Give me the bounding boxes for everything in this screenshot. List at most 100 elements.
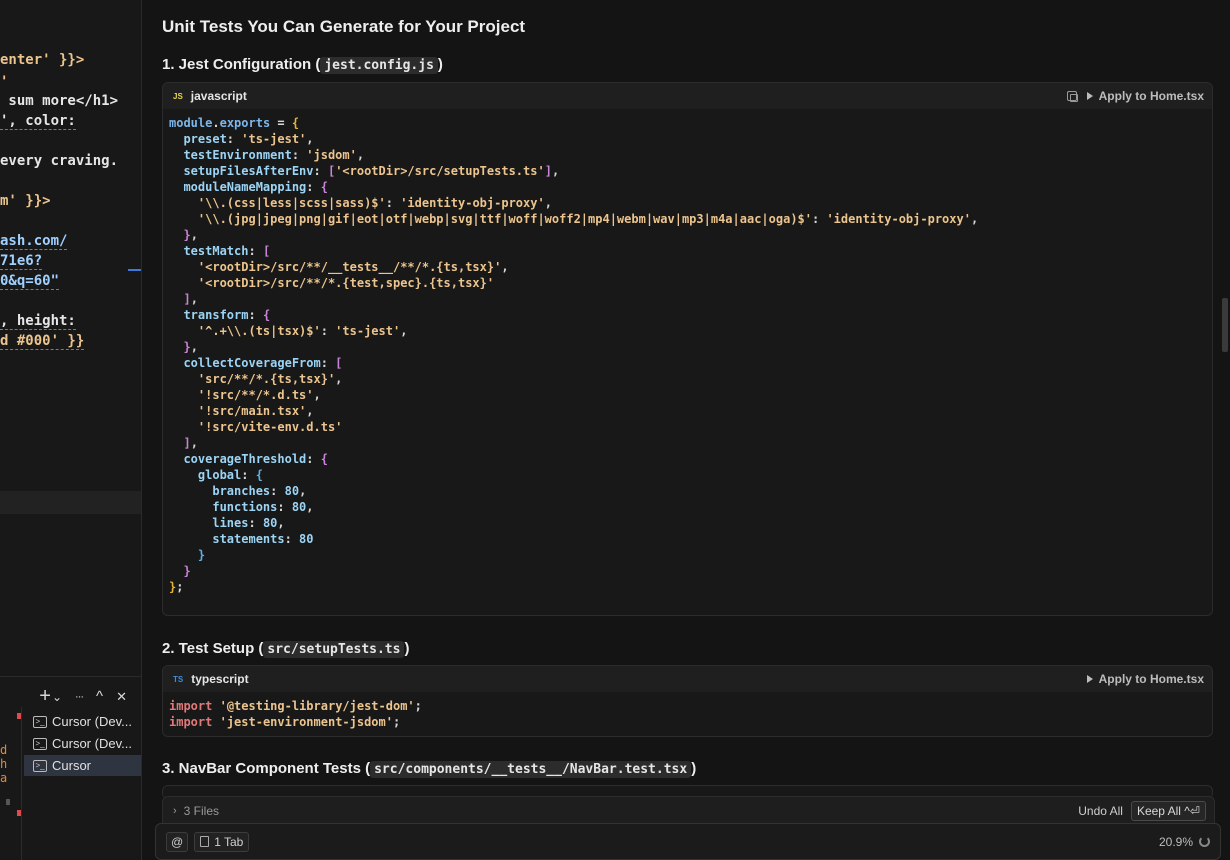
maximize-panel-icon[interactable]: ^ <box>96 688 103 705</box>
code-line: moduleNameMapping: { <box>169 179 1206 195</box>
code-token: setupFilesAfterEnv <box>169 164 314 178</box>
code-token: 'jsdom' <box>306 148 357 162</box>
code-token: . <box>212 116 220 130</box>
code-token: : <box>270 484 285 498</box>
code-token: module <box>169 116 213 130</box>
play-icon <box>1086 675 1093 683</box>
code-line: ], <box>169 291 1206 307</box>
terminal-tab[interactable]: >_ Cursor (Dev... <box>24 711 141 732</box>
code-line: coverageThreshold: { <box>169 451 1206 467</box>
terminal-tab-active[interactable]: >_ Cursor <box>24 755 141 776</box>
code-line: } <box>169 547 1206 563</box>
code-line: module.exports = { <box>169 115 1206 131</box>
code-token: } <box>169 340 191 354</box>
changed-files-toggle[interactable]: 3 Files <box>184 804 219 818</box>
editor-scroll-marker <box>128 269 141 271</box>
editor-line: , height: <box>0 313 76 330</box>
code-token: lines <box>169 516 249 530</box>
code-block-header: JS javascript Apply to Home.tsx <box>163 83 1212 109</box>
code-token: branches <box>169 484 271 498</box>
code-line: '<rootDir>/src/**/*.{test,spec}.{ts,tsx}… <box>169 275 1206 291</box>
code-language-label: javascript <box>190 89 247 103</box>
terminal-toolbar: + ⌄ ··· ^ ✕ <box>39 685 127 708</box>
code-token: statements <box>169 532 285 546</box>
terminal-tab[interactable]: >_ Cursor (Dev... <box>24 733 141 754</box>
spinner-icon <box>1199 836 1210 847</box>
code-token: } <box>169 564 191 578</box>
code-token: 80 <box>299 532 314 546</box>
code-line: ], <box>169 435 1206 451</box>
code-token: [ <box>335 356 343 370</box>
code-token: '!src/**/*.d.ts' <box>169 388 314 402</box>
code-token: '<rootDir>/src/**/__tests__/**/*.{ts,tsx… <box>169 260 502 274</box>
apply-button[interactable]: Apply to Home.tsx <box>1099 89 1204 103</box>
section-heading: 1. Jest Configuration (jest.config.js) <box>162 56 443 74</box>
code-line: import 'jest-environment-jsdom'; <box>169 714 1206 730</box>
code-token: { <box>320 180 328 194</box>
code-token: : <box>320 324 336 338</box>
code-token: , <box>190 228 198 242</box>
code-line: testMatch: [ <box>169 243 1206 259</box>
code-token: '<rootDir>/src/**/*.{test,spec}.{ts,tsx}… <box>169 276 495 290</box>
section-heading: 3. NavBar Component Tests (src/component… <box>162 760 697 778</box>
code-line: 'src/**/*.{ts,tsx}', <box>169 371 1206 387</box>
code-line: import '@testing-library/jest-dom'; <box>169 698 1206 714</box>
chevron-down-icon[interactable]: ⌄ <box>52 690 62 704</box>
mention-button[interactable]: @ <box>166 831 189 852</box>
code-token: , <box>313 388 321 402</box>
code-token: : <box>241 468 256 482</box>
code-token: } <box>169 548 206 562</box>
code-token: testMatch <box>169 244 249 258</box>
chat-input[interactable]: @ 1 Tab 20.9% <box>155 823 1221 860</box>
code-token: , <box>306 132 314 146</box>
code-line: statements: 80 <box>169 531 1206 547</box>
apply-button[interactable]: Apply to Home.tsx <box>1099 672 1204 686</box>
code-token: coverageThreshold <box>169 452 307 466</box>
code-token: { <box>291 116 300 130</box>
code-line: '^.+\\.(ts|tsx)$': 'ts-jest', <box>169 323 1206 339</box>
chevron-right-icon[interactable]: › <box>173 805 177 817</box>
code-token: , <box>400 324 408 338</box>
code-token: : <box>320 356 336 370</box>
code-token: moduleNameMapping <box>169 180 307 194</box>
editor-line: enter' }}> <box>0 52 85 68</box>
code-line: '\\.(css|less|scss|sass)$': 'identity-ob… <box>169 195 1206 211</box>
code-line: global: { <box>169 467 1206 483</box>
code-token: '\\.(css|less|scss|sass)$' <box>169 196 386 210</box>
file-icon <box>200 836 210 847</box>
code-token: , <box>190 292 198 306</box>
editor-line: ash.com/ <box>0 233 68 250</box>
context-tab-chip[interactable]: 1 Tab <box>194 831 250 852</box>
code-token: 80 <box>262 516 278 530</box>
close-panel-icon[interactable]: ✕ <box>116 689 127 705</box>
keep-all-button[interactable]: Keep All ^⏎ <box>1130 800 1206 821</box>
code-token: transform <box>169 308 249 322</box>
code-block-jest-config: JS javascript Apply to Home.tsx module.e… <box>162 82 1213 616</box>
code-token: , <box>299 484 307 498</box>
code-token: : <box>291 148 307 162</box>
add-terminal-icon[interactable]: + <box>39 685 51 708</box>
code-token: , <box>544 196 552 210</box>
scrollbar-thumb[interactable] <box>1222 298 1228 352</box>
editor-line: m' }}> <box>0 193 51 209</box>
editor-line: sum more</h1> <box>0 93 119 109</box>
terminal-tab-label: Cursor (Dev... <box>52 714 132 729</box>
javascript-icon: JS <box>173 91 183 101</box>
copy-icon[interactable] <box>1066 91 1078 102</box>
code-token: global <box>169 468 242 482</box>
undo-all-button[interactable]: Undo All <box>1078 804 1123 818</box>
editor-pane: enter' }}> ' sum more</h1> ', color: eve… <box>0 0 141 680</box>
code-token: , <box>551 164 560 178</box>
code-token: , <box>501 260 509 274</box>
gutter-text: h <box>0 757 8 771</box>
terminal-tab-label: Cursor <box>52 758 92 773</box>
code-token: , <box>190 340 198 354</box>
code-line: '!src/vite-env.d.ts' <box>169 419 1206 435</box>
code-token: '!src/vite-env.d.ts' <box>169 420 343 434</box>
more-icon[interactable]: ··· <box>75 691 84 703</box>
code-token: : <box>248 244 263 258</box>
code-token: ; <box>392 715 401 729</box>
error-marker <box>17 810 21 816</box>
